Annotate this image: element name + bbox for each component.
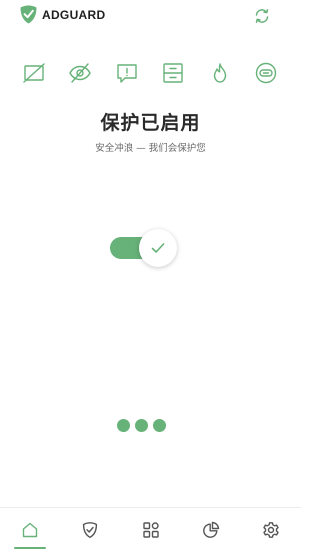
brand-name: ADGUARD (42, 7, 106, 22)
adguard-logo: ADGUARD (20, 5, 105, 24)
adguard-shield-logo (20, 5, 37, 24)
refresh-button[interactable] (253, 7, 271, 25)
carousel-indicator (117, 419, 166, 432)
nav-apps[interactable] (120, 508, 180, 552)
app-header: ADGUARD (0, 0, 301, 32)
ad-blocking-feature[interactable] (20, 59, 48, 87)
carousel-dot[interactable] (153, 419, 166, 432)
protection-status-title: 保护已启用 (100, 112, 201, 134)
browsing-security-icon (163, 63, 183, 83)
vpn-icon (255, 62, 277, 84)
tracking-protection-feature[interactable] (66, 59, 94, 87)
nav-protection[interactable] (60, 508, 120, 552)
ad-blocking-icon (23, 63, 45, 83)
checkmark-icon (151, 243, 165, 253)
carousel-dot[interactable] (135, 419, 148, 432)
protection-status-subtitle: 安全冲浪 — 我们会保护您 (95, 143, 206, 154)
statistics-icon (202, 521, 219, 538)
protection-features-bar (16, 56, 284, 90)
settings-icon (263, 522, 279, 538)
vpn-feature[interactable] (252, 59, 280, 87)
nav-settings[interactable] (241, 508, 301, 552)
home-icon (22, 522, 38, 538)
annoyance-blocking-icon (117, 64, 137, 83)
refresh-icon (255, 9, 269, 23)
browsing-security-feature[interactable] (159, 59, 187, 87)
tracking-protection-icon (69, 63, 92, 83)
firewall-icon (213, 63, 226, 83)
firewall-feature[interactable] (206, 59, 234, 87)
apps-icon (142, 522, 159, 538)
protection-icon (83, 522, 98, 538)
toggle-knob (139, 229, 177, 267)
nav-statistics[interactable] (181, 508, 241, 552)
annoyance-blocking-feature[interactable] (113, 59, 141, 87)
protection-toggle[interactable] (110, 229, 178, 267)
bottom-navigation (0, 507, 301, 552)
nav-home[interactable] (0, 508, 60, 552)
carousel-dot[interactable] (117, 419, 130, 432)
